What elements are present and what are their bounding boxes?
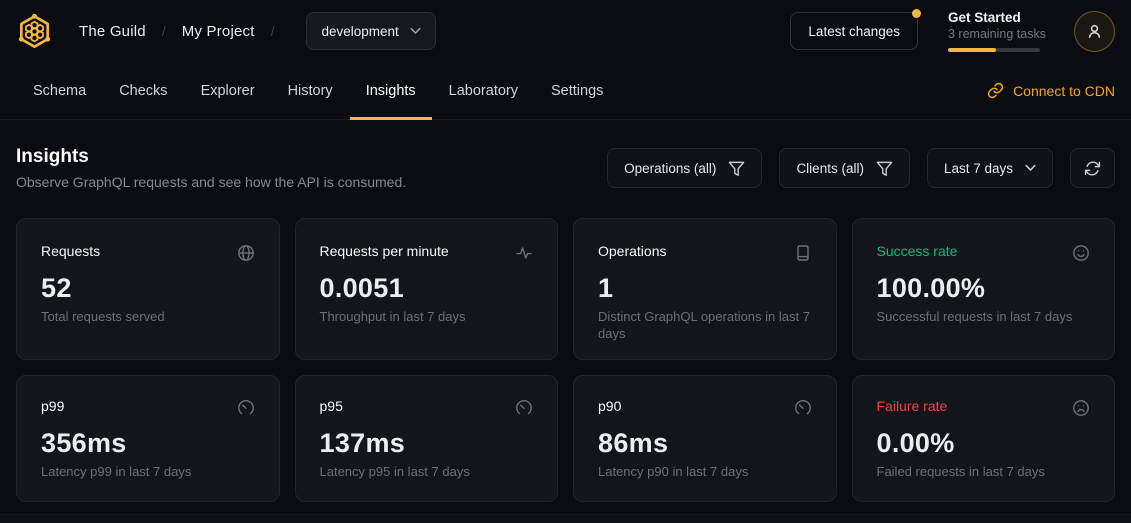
success-rate-card: Success rate 100.00% Successful requests… — [852, 218, 1116, 360]
card-description: Failed requests in last 7 days — [877, 464, 1091, 481]
refresh-button[interactable] — [1070, 148, 1115, 188]
tab-history[interactable]: History — [288, 62, 333, 119]
breadcrumb-org[interactable]: The Guild — [79, 23, 146, 40]
get-started-remaining-tasks: 3 remaining tasks — [948, 27, 1044, 41]
get-started-title: Get Started — [948, 10, 1044, 25]
date-range-label: Last 7 days — [944, 161, 1013, 176]
card-title: p95 — [320, 398, 343, 414]
card-value: 0.0051 — [320, 273, 534, 304]
card-title: Success rate — [877, 243, 958, 259]
link-icon — [987, 82, 1004, 99]
connect-to-cdn-label: Connect to CDN — [1013, 83, 1115, 99]
chevron-down-icon — [1025, 164, 1036, 172]
tab-laboratory[interactable]: Laboratory — [449, 62, 518, 119]
card-value: 356ms — [41, 428, 255, 459]
insights-header: Insights Observe GraphQL requests and se… — [0, 120, 1131, 190]
stats-card-grid: Requests 52 Total requests served Reques… — [0, 190, 1131, 502]
failure-rate-card: Failure rate 0.00% Failed requests in la… — [852, 375, 1116, 502]
page-description: Observe GraphQL requests and see how the… — [16, 174, 406, 190]
filter-icon — [728, 160, 745, 177]
clients-filter-button[interactable]: Clients (all) — [779, 148, 910, 188]
card-description: Latency p99 in last 7 days — [41, 464, 255, 481]
tab-checks[interactable]: Checks — [119, 62, 167, 119]
notification-dot — [912, 9, 921, 18]
breadcrumb-separator: / — [162, 23, 166, 39]
latest-changes-label: Latest changes — [808, 24, 900, 39]
book-icon — [794, 244, 812, 262]
breadcrumb-separator: / — [271, 23, 275, 39]
breadcrumb-project[interactable]: My Project — [182, 23, 255, 40]
get-started-widget[interactable]: Get Started 3 remaining tasks — [948, 10, 1044, 52]
card-description: Throughput in last 7 days — [320, 309, 534, 326]
p95-latency-card: p95 137ms Latency p95 in last 7 days — [295, 375, 559, 502]
card-value: 1 — [598, 273, 812, 304]
operations-filter-button[interactable]: Operations (all) — [607, 148, 762, 188]
gauge-icon — [237, 399, 255, 417]
card-description: Latency p90 in last 7 days — [598, 464, 812, 481]
card-value: 52 — [41, 273, 255, 304]
requests-card: Requests 52 Total requests served — [16, 218, 280, 360]
filters-toolbar: Operations (all) Clients (all) Last 7 da… — [607, 148, 1115, 188]
operations-card: Operations 1 Distinct GraphQL operations… — [573, 218, 837, 360]
card-title: p90 — [598, 398, 621, 414]
tab-settings[interactable]: Settings — [551, 62, 603, 119]
user-avatar[interactable] — [1074, 11, 1115, 52]
card-title: Operations — [598, 243, 666, 259]
latest-changes-button[interactable]: Latest changes — [790, 12, 918, 50]
card-description: Successful requests in last 7 days — [877, 309, 1091, 326]
gauge-icon — [794, 399, 812, 417]
card-title: Failure rate — [877, 398, 948, 414]
connect-to-cdn-link[interactable]: Connect to CDN — [987, 62, 1115, 119]
card-description: Total requests served — [41, 309, 255, 326]
card-title: p99 — [41, 398, 64, 414]
p90-latency-card: p90 86ms Latency p90 in last 7 days — [573, 375, 837, 502]
globe-icon — [237, 244, 255, 262]
next-section-edge — [0, 514, 1131, 523]
card-value: 86ms — [598, 428, 812, 459]
refresh-icon — [1084, 160, 1101, 177]
card-title: Requests — [41, 243, 100, 259]
tab-explorer[interactable]: Explorer — [201, 62, 255, 119]
card-value: 0.00% — [877, 428, 1091, 459]
hive-logo-icon[interactable] — [16, 13, 53, 50]
operations-filter-label: Operations (all) — [624, 161, 716, 176]
requests-per-minute-card: Requests per minute 0.0051 Throughput in… — [295, 218, 559, 360]
frown-icon — [1072, 399, 1090, 417]
top-bar: The Guild / My Project / development Lat… — [0, 0, 1131, 62]
card-title: Requests per minute — [320, 243, 449, 259]
card-description: Latency p95 in last 7 days — [320, 464, 534, 481]
page-title: Insights — [16, 146, 406, 168]
gauge-icon — [515, 399, 533, 417]
card-value: 100.00% — [877, 273, 1091, 304]
clients-filter-label: Clients (all) — [796, 161, 864, 176]
main-nav: Schema Checks Explorer History Insights … — [0, 62, 1131, 120]
tab-insights[interactable]: Insights — [366, 62, 416, 119]
breadcrumb-trail: The Guild / My Project / — [79, 23, 290, 40]
card-description: Distinct GraphQL operations in last 7 da… — [598, 309, 812, 343]
get-started-progress-bar — [948, 48, 1040, 52]
target-selector-value: development — [321, 24, 398, 39]
breadcrumb: The Guild / My Project / — [16, 13, 290, 50]
tab-schema[interactable]: Schema — [33, 62, 86, 119]
target-selector-dropdown[interactable]: development — [306, 12, 435, 50]
chevron-down-icon — [410, 27, 421, 35]
card-value: 137ms — [320, 428, 534, 459]
smiley-icon — [1072, 244, 1090, 262]
p99-latency-card: p99 356ms Latency p99 in last 7 days — [16, 375, 280, 502]
activity-icon — [515, 244, 533, 262]
filter-icon — [876, 160, 893, 177]
get-started-progress-fill — [948, 48, 996, 52]
person-icon — [1085, 22, 1104, 41]
date-range-dropdown[interactable]: Last 7 days — [927, 148, 1053, 188]
